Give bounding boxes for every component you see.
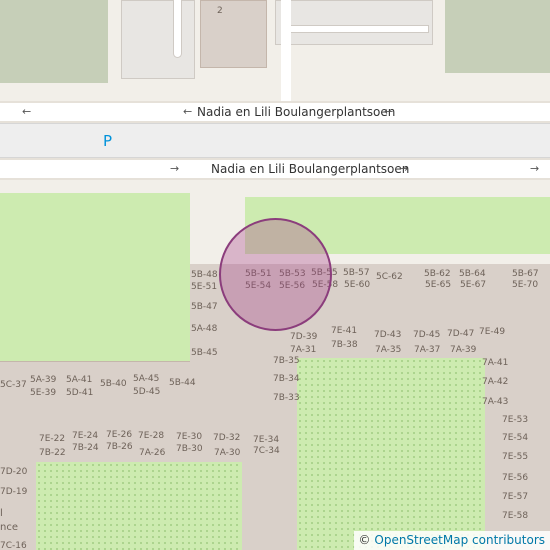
house-number-label: 7E-58: [502, 511, 529, 521]
house-number-label: 5A-41: [66, 375, 93, 385]
house-number-label: 7B-30: [176, 444, 203, 454]
label-fragment: l: [0, 508, 3, 519]
house-number-label: 5B-48: [191, 270, 218, 280]
house-number-label: 7A-42: [482, 377, 509, 387]
house-number-label: 5B-64: [459, 269, 486, 279]
building-number-2: [200, 0, 267, 68]
oneway-arrow: →: [530, 162, 540, 175]
house-number-label: 7D-19: [0, 487, 28, 497]
house-number-label: 7E-26: [106, 430, 133, 440]
house-number-label: 7A-35: [375, 345, 402, 355]
park-area-top-left: [0, 0, 108, 83]
house-number-label: 7E-34: [253, 435, 280, 445]
house-number-label: 7D-47: [447, 329, 475, 339]
house-number-label: 7D-32: [213, 433, 241, 443]
house-number-label: 7B-26: [106, 442, 133, 452]
openstreetmap-link[interactable]: OpenStreetMap contributors: [374, 533, 545, 547]
house-number-label: 5E-39: [30, 388, 57, 398]
house-number-label: 7B-33: [273, 393, 300, 403]
house-number-label: 5C-37: [0, 380, 27, 390]
house-number-label: 7E-49: [479, 327, 506, 337]
courtyard-top: [275, 0, 433, 45]
house-number-label: 7E-24: [72, 431, 99, 441]
building-divider: [0, 361, 190, 362]
footpath-top-horizontal: [291, 25, 429, 33]
house-number-label: 5C-62: [376, 272, 403, 282]
house-number-label: 7E-53: [502, 415, 529, 425]
house-number-label: 7E-28: [138, 431, 165, 441]
house-number-label: 7E-56: [502, 473, 529, 483]
house-number-label: 5B-47: [191, 302, 218, 312]
house-number-label: 7A-41: [482, 358, 509, 368]
courtyard-garden: [36, 462, 242, 550]
house-number-label: 5A-45: [133, 374, 160, 384]
house-number-label: 7B-35: [273, 356, 300, 366]
street-name-label: Nadia en Lili Boulangerplantsoen: [197, 105, 396, 119]
map-canvas[interactable]: 2 ← ← Nadia en Lili Boulangerplantsoen ←…: [0, 0, 550, 550]
house-number-label: 5B-67: [512, 269, 539, 279]
copyright-symbol: ©: [358, 533, 371, 547]
house-number-label: 5E-51: [191, 282, 218, 292]
house-number-label: 7E-41: [331, 326, 358, 336]
house-number-label: 2: [217, 6, 223, 16]
house-number-label: 7E-30: [176, 432, 203, 442]
street-name-label: Nadia en Lili Boulangerplantsoen: [211, 162, 410, 176]
house-number-label: 5B-40: [100, 379, 127, 389]
house-number-label: 5E-67: [460, 280, 487, 290]
house-number-label: 5D-41: [66, 388, 94, 398]
house-number-label: 7D-39: [290, 332, 318, 342]
parking-area[interactable]: [0, 123, 550, 158]
house-number-label: 7A-37: [414, 345, 441, 355]
house-number-label: 5A-48: [191, 324, 218, 334]
oneway-arrow: →: [170, 162, 180, 175]
house-number-label: 7A-30: [214, 448, 241, 458]
oneway-arrow: ←: [384, 105, 394, 118]
house-number-label: 5D-45: [133, 387, 161, 397]
house-number-label: 7B-38: [331, 340, 358, 350]
parking-symbol: P: [103, 132, 113, 150]
footpath-top-vertical: [281, 0, 291, 104]
house-number-label: 7E-55: [502, 452, 529, 462]
house-number-label: 5A-39: [30, 375, 57, 385]
house-number-label: 7A-31: [290, 345, 317, 355]
house-number-label: 5B-44: [169, 378, 196, 388]
house-number-label: 7E-57: [502, 492, 529, 502]
label-fragment: nce: [0, 522, 18, 533]
house-number-label: 7B-22: [39, 448, 66, 458]
courtyard-garden: [297, 358, 485, 550]
oneway-arrow: →: [399, 162, 409, 175]
building-top-left: [121, 0, 195, 79]
house-number-label: 5E-65: [425, 280, 452, 290]
house-number-label: 7A-39: [450, 345, 477, 355]
house-number-label: 7E-54: [502, 433, 529, 443]
house-number-label: 7B-24: [72, 443, 99, 453]
oneway-arrow: ←: [22, 105, 32, 118]
house-number-label: 7A-43: [482, 397, 509, 407]
house-number-label: 5E-70: [512, 280, 539, 290]
house-number-label: 7C-16: [0, 541, 27, 550]
house-number-label: 7E-22: [39, 434, 66, 444]
house-number-label: 5B-57: [343, 268, 370, 278]
park-area-left: [0, 193, 190, 361]
park-area-top-right: [445, 0, 550, 73]
house-number-label: 5B-62: [424, 269, 451, 279]
location-marker-circle[interactable]: [219, 218, 332, 331]
house-number-label: 7D-20: [0, 467, 28, 477]
map-attribution: © OpenStreetMap contributors: [353, 531, 550, 550]
house-number-label: 5E-60: [344, 280, 371, 290]
house-number-label: 7B-34: [273, 374, 300, 384]
house-number-label: 7A-26: [139, 448, 166, 458]
house-number-label: 7C-34: [253, 446, 280, 456]
footpath-vertical: [173, 0, 182, 58]
house-number-label: 7D-43: [374, 330, 402, 340]
oneway-arrow: ←: [183, 105, 193, 118]
house-number-label: 7D-45: [413, 330, 441, 340]
house-number-label: 5B-45: [191, 348, 218, 358]
